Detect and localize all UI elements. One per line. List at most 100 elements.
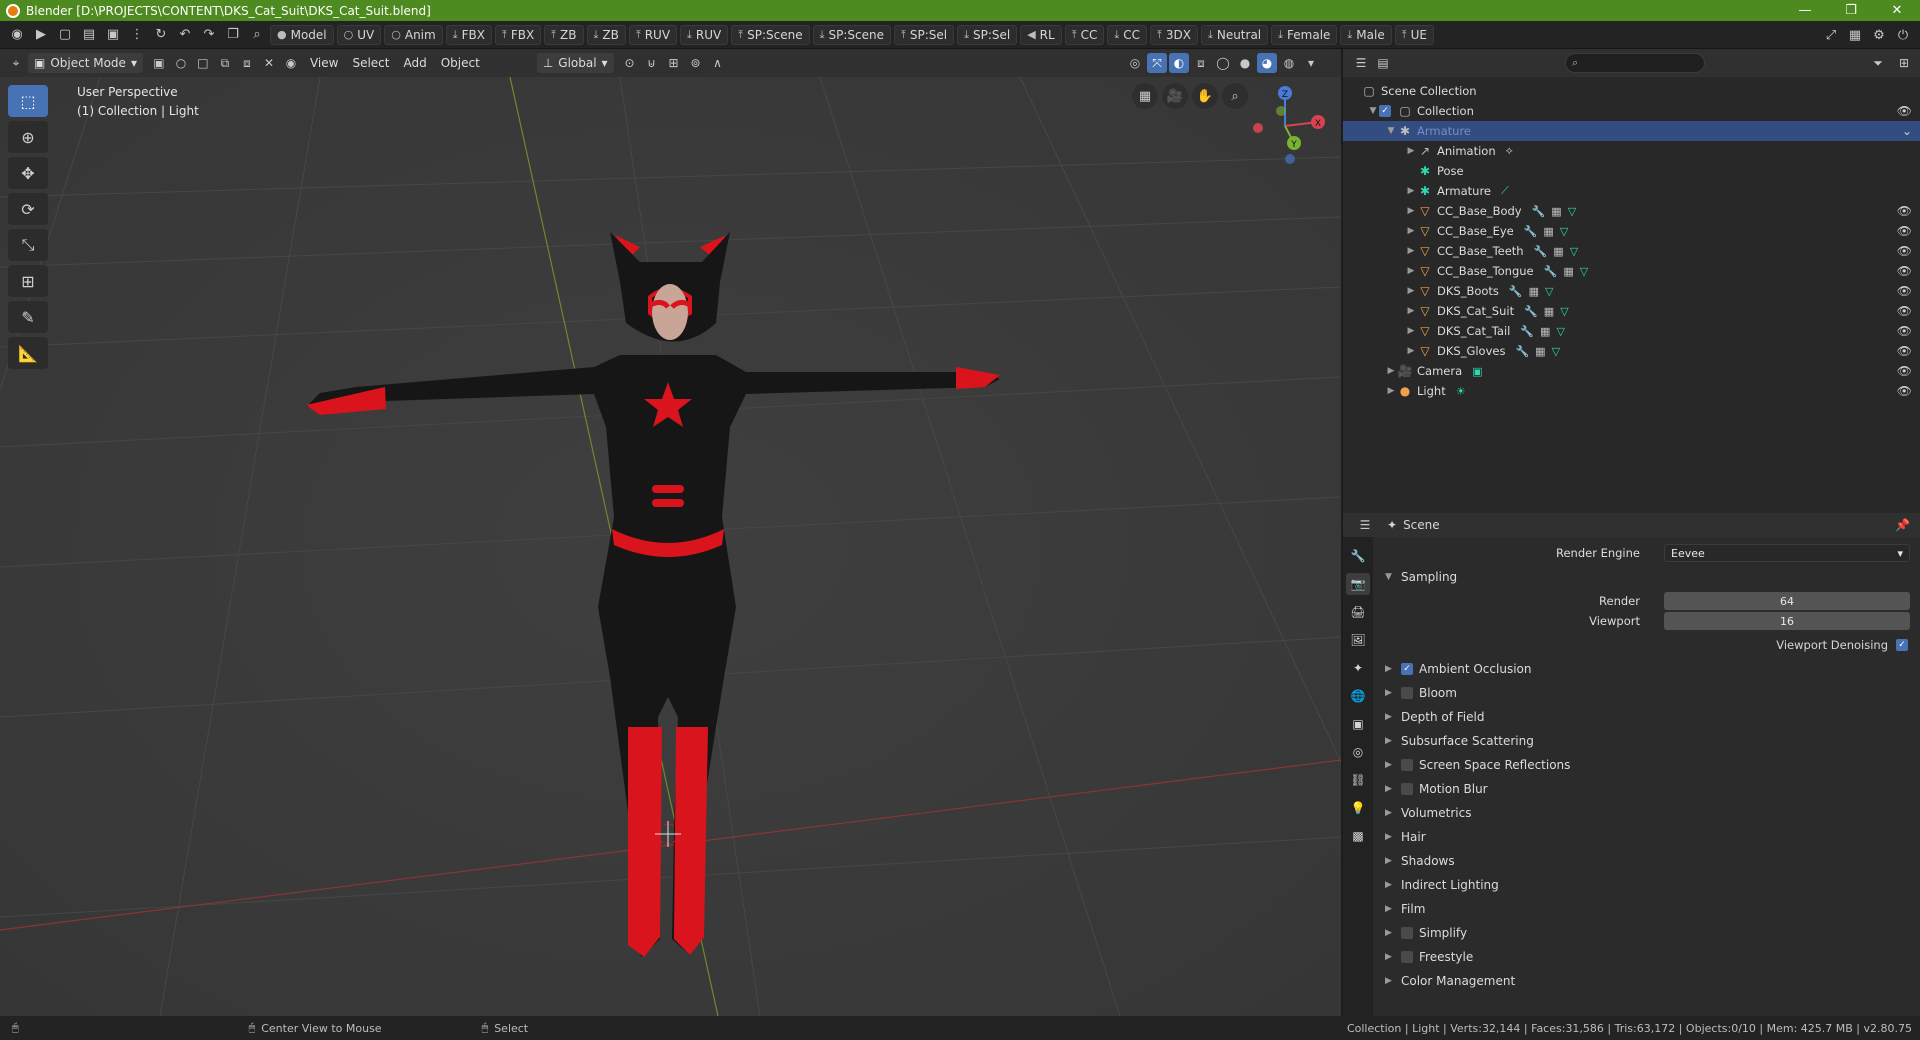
- object-tab-icon[interactable]: ▣: [1346, 713, 1370, 735]
- outliner-row-cc-base-tongue[interactable]: ▶ ▽ CC_Base_Tongue 🔧 ▦ ▽ 👁: [1343, 261, 1920, 281]
- expand-arrow-icon[interactable]: ▶: [1385, 386, 1397, 396]
- outliner-row-dks-cat-tail[interactable]: ▶ ▽ DKS_Cat_Tail 🔧 ▦ ▽ 👁: [1343, 321, 1920, 341]
- outliner-row-dks-cat-suit[interactable]: ▶ ▽ DKS_Cat_Suit 🔧 ▦ ▽ 👁: [1343, 301, 1920, 321]
- panel-checkbox[interactable]: ✓: [1401, 663, 1413, 675]
- neutral-button[interactable]: ⤓ Neutral: [1200, 24, 1269, 45]
- select-extend-icon[interactable]: ⧉: [215, 53, 235, 73]
- scale-tool-icon[interactable]: ⤡: [8, 229, 48, 261]
- viewport-samples-field[interactable]: 16: [1664, 612, 1910, 630]
- editor-type-icon[interactable]: ☰: [1351, 53, 1371, 73]
- cc-export-button[interactable]: ⤒ CC: [1064, 24, 1105, 45]
- outliner-row-cc-base-body[interactable]: ▶ ▽ CC_Base_Body 🔧 ▦ ▽ 👁: [1343, 201, 1920, 221]
- new-file-icon[interactable]: ▢: [54, 24, 76, 46]
- expand-arrow-icon[interactable]: ▶: [1405, 226, 1417, 236]
- cursor-tool-icon[interactable]: ⊕: [8, 121, 48, 153]
- panel-hair[interactable]: ▶ Hair: [1381, 825, 1912, 849]
- outliner-row-scene-collection[interactable]: ▢ Scene Collection: [1343, 81, 1920, 101]
- select-box-icon[interactable]: ▣: [149, 53, 169, 73]
- panel-checkbox[interactable]: [1401, 951, 1413, 963]
- sp-sel-export-button[interactable]: ⤒ SP:Sel: [893, 24, 955, 45]
- open-folder-icon[interactable]: ▤: [78, 24, 100, 46]
- sampling-panel-header[interactable]: ▼ Sampling: [1381, 565, 1912, 589]
- expand-arrow-icon[interactable]: ▶: [1385, 366, 1397, 376]
- select-menu[interactable]: Select: [345, 53, 396, 73]
- eye-icon[interactable]: 👁: [1897, 284, 1912, 298]
- 3d-viewport[interactable]: User Perspective (1) Collection | Light …: [0, 77, 1341, 1016]
- camera-view-icon[interactable]: 🎥: [1162, 83, 1188, 109]
- ruv-import-button[interactable]: ⤓ RUV: [680, 24, 729, 45]
- render-samples-field[interactable]: 64: [1664, 592, 1910, 610]
- eye-icon[interactable]: 👁: [1897, 384, 1912, 398]
- add-menu[interactable]: Add: [396, 53, 433, 73]
- grid-icon[interactable]: ⋮: [126, 24, 148, 46]
- expand-arrow-icon[interactable]: ▼: [1367, 106, 1379, 116]
- pan-hand-icon[interactable]: ✋: [1192, 83, 1218, 109]
- panel-checkbox[interactable]: [1401, 927, 1413, 939]
- panel-screen-space-reflections[interactable]: ▶ Screen Space Reflections: [1381, 753, 1912, 777]
- fullscreen-icon[interactable]: ⤢: [1820, 24, 1842, 46]
- save-icon[interactable]: ▣: [102, 24, 124, 46]
- play-icon[interactable]: ▶: [30, 24, 52, 46]
- snap-target-icon[interactable]: ⊞: [664, 53, 684, 73]
- settings-gear-icon[interactable]: ⚙: [1868, 24, 1890, 46]
- select-box-tool-icon[interactable]: ⬚: [8, 85, 48, 117]
- new-collection-icon[interactable]: ⊞: [1894, 53, 1914, 73]
- outliner-row-dks-gloves[interactable]: ▶ ▽ DKS_Gloves 🔧 ▦ ▽ 👁: [1343, 341, 1920, 361]
- snap-icon[interactable]: ⊍: [642, 53, 662, 73]
- ruv-export-button[interactable]: ⤒ RUV: [628, 24, 678, 45]
- panel-checkbox[interactable]: [1401, 783, 1413, 795]
- console-icon[interactable]: ▦: [1844, 24, 1866, 46]
- transform-orientation-dropdown[interactable]: ⊥ Global ▾: [536, 53, 614, 73]
- editor-type-icon[interactable]: ☰: [1355, 515, 1375, 535]
- visibility-icon[interactable]: ◉: [281, 53, 301, 73]
- panel-checkbox[interactable]: [1401, 759, 1413, 771]
- eye-icon[interactable]: 👁: [1897, 324, 1912, 338]
- collapse-icon[interactable]: ⌄: [1902, 124, 1912, 138]
- sp-scene-export-button[interactable]: ⤒ SP:Scene: [731, 24, 810, 45]
- axis-gizmo[interactable]: Z X Y: [1240, 81, 1330, 171]
- eye-icon[interactable]: 👁: [1897, 264, 1912, 278]
- collection-checkbox[interactable]: ✓: [1379, 105, 1391, 117]
- panel-indirect-lighting[interactable]: ▶ Indirect Lighting: [1381, 873, 1912, 897]
- constraints-tab-icon[interactable]: ⛓: [1346, 769, 1370, 791]
- expand-arrow-icon[interactable]: ▶: [1405, 346, 1417, 356]
- expand-arrow-icon[interactable]: ▶: [1405, 326, 1417, 336]
- object-menu[interactable]: Object: [434, 53, 487, 73]
- outliner-row-armature-data[interactable]: ▶ ✱ Armature ⟋: [1343, 181, 1920, 201]
- xray-icon[interactable]: ⧈: [1191, 53, 1211, 73]
- outliner-row-camera[interactable]: ▶ 🎥 Camera ▣ 👁: [1343, 361, 1920, 381]
- fbx-export-button[interactable]: ⤒ FBX: [494, 24, 542, 45]
- output-tab-icon[interactable]: 🖨: [1346, 601, 1370, 623]
- sp-sel-import-button[interactable]: ⤓ SP:Sel: [957, 24, 1018, 45]
- filter-icon[interactable]: ⏷: [1868, 53, 1888, 73]
- viewport-denoising-checkbox[interactable]: ✓: [1896, 639, 1908, 651]
- fbx-import-button[interactable]: ⤓ FBX: [445, 24, 492, 45]
- female-button[interactable]: ⤓ Female: [1271, 24, 1338, 45]
- tool-tab-icon[interactable]: 🔧: [1346, 545, 1370, 567]
- copy-icon[interactable]: ❐: [222, 24, 244, 46]
- render-engine-dropdown[interactable]: Eevee ▾: [1664, 544, 1910, 562]
- gizmo-toggle-icon[interactable]: ⤧: [1147, 53, 1167, 73]
- eye-icon[interactable]: 👁: [1897, 204, 1912, 218]
- world-tab-icon[interactable]: 🌐: [1346, 685, 1370, 707]
- move-tool-icon[interactable]: ✥: [8, 157, 48, 189]
- select-square-icon[interactable]: □: [193, 53, 213, 73]
- panel-ambient-occlusion[interactable]: ▶ ✓ Ambient Occlusion: [1381, 657, 1912, 681]
- panel-subsurface-scattering[interactable]: ▶ Subsurface Scattering: [1381, 729, 1912, 753]
- expand-arrow-icon[interactable]: ▶: [1405, 146, 1417, 156]
- falloff-icon[interactable]: ∧: [708, 53, 728, 73]
- panel-film[interactable]: ▶ Film: [1381, 897, 1912, 921]
- model-button[interactable]: ● Model: [270, 24, 334, 45]
- redo-icon[interactable]: ↷: [198, 24, 220, 46]
- outliner-row-animation[interactable]: ▶ ↗ Animation ⟡: [1343, 141, 1920, 161]
- view-menu[interactable]: View: [303, 53, 345, 73]
- wireframe-shading-icon[interactable]: ◯: [1213, 53, 1233, 73]
- proportional-edit-icon[interactable]: ⊚: [686, 53, 706, 73]
- panel-simplify[interactable]: ▶ Simplify: [1381, 921, 1912, 945]
- annotate-tool-icon[interactable]: ✎: [8, 301, 48, 333]
- expand-arrow-icon[interactable]: ▶: [1405, 186, 1417, 196]
- select-intersect-icon[interactable]: ✕: [259, 53, 279, 73]
- ue-button[interactable]: ⤒ UE: [1394, 24, 1434, 45]
- outliner-row-cc-base-eye[interactable]: ▶ ▽ CC_Base_Eye 🔧 ▦ ▽ 👁: [1343, 221, 1920, 241]
- panel-checkbox[interactable]: [1401, 687, 1413, 699]
